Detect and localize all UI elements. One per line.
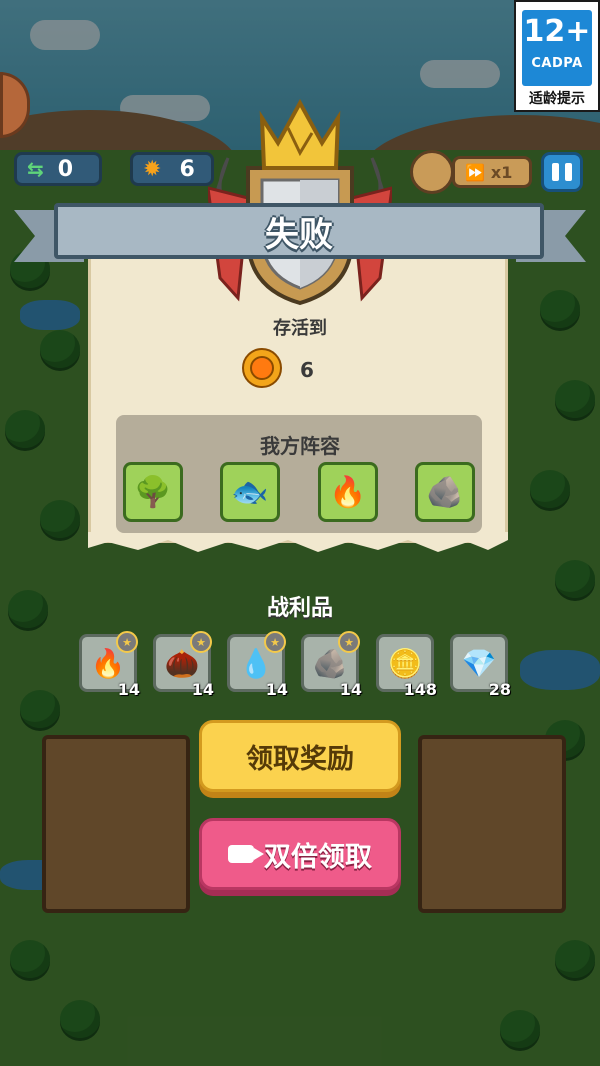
survived-wave-count: 6 [300, 358, 314, 382]
sun-icon [240, 346, 284, 390]
sun-counter: ✹ 6 [130, 152, 214, 186]
team-lineup-label: 我方阵容 [260, 434, 340, 458]
loot-item[interactable]: 🌰 ★ 14 [153, 631, 214, 699]
video-camera-icon [228, 845, 264, 863]
pause-icon [552, 163, 559, 181]
seed-sprout-icon: 🌰 [164, 646, 200, 680]
sun-count: 6 [179, 156, 195, 182]
age-rating-number: 12+ [523, 14, 591, 49]
age-rating-org: CADPA [531, 56, 583, 71]
result-banner: 失败 [54, 203, 544, 259]
blue-slime-icon[interactable]: 🐟 [220, 462, 280, 522]
double-claim-button[interactable]: 双倍领取 [199, 818, 401, 890]
loot-title: 战利品 [266, 596, 333, 621]
star-badge-icon: ★ [116, 631, 138, 653]
result-title: 失败 [265, 214, 333, 255]
gold-coin-icon: 🪙 [387, 646, 423, 680]
panel-torn-edge [88, 532, 508, 552]
claim-reward-label: 领取奖励 [246, 743, 354, 775]
fast-forward-icon: ⏩ [465, 162, 485, 182]
survived-label: 存活到 [273, 318, 327, 339]
age-rating-box: 12+ CADPA [522, 10, 592, 86]
loot-count: 14 [339, 680, 362, 699]
loot-count: 14 [191, 680, 214, 699]
loot-count: 148 [403, 680, 437, 699]
tree-monster-icon[interactable]: 🌳 [123, 462, 183, 522]
fire-golem-icon[interactable]: 🔥 [318, 462, 378, 522]
loot-count: 14 [265, 680, 288, 699]
star-badge-icon: ★ [264, 631, 286, 653]
loot-item[interactable]: 🔥 ★ 14 [79, 631, 140, 699]
age-rating-badge: 12+ CADPA 适龄提示 [514, 0, 600, 112]
swap-count: 0 [57, 156, 74, 182]
double-claim-label: 双倍领取 [264, 841, 372, 873]
pause-button[interactable] [541, 152, 583, 192]
swap-icon: ⇆ [27, 157, 44, 181]
age-rating-label: 适龄提示 [529, 91, 585, 107]
swap-counter: ⇆ 0 [14, 152, 102, 186]
loot-item[interactable]: 🪨 ★ 14 [301, 631, 362, 699]
star-badge-icon: ★ [338, 631, 360, 653]
loot-count: 28 [488, 680, 511, 699]
speed-button[interactable]: ⏩ x1 [452, 156, 532, 188]
loot-count: 14 [117, 680, 140, 699]
fire-spirit-icon: 🔥 [90, 646, 126, 680]
water-slime-icon: 💧 [238, 646, 274, 680]
speed-label: x1 [490, 162, 513, 182]
loot-item[interactable]: 🪙 148 [376, 634, 437, 699]
sun-icon: ✹ [143, 156, 162, 182]
loot-item[interactable]: 💎 28 [450, 634, 511, 699]
rock-piece-icon: 🪨 [312, 646, 348, 680]
loot-item[interactable]: 💧 ★ 14 [227, 631, 288, 699]
rock-golem-icon[interactable]: 🪨 [415, 462, 475, 522]
timer-icon [410, 150, 454, 194]
claim-reward-button[interactable]: 领取奖励 [199, 720, 401, 792]
star-badge-icon: ★ [190, 631, 212, 653]
purple-gem-icon: 💎 [461, 646, 497, 680]
